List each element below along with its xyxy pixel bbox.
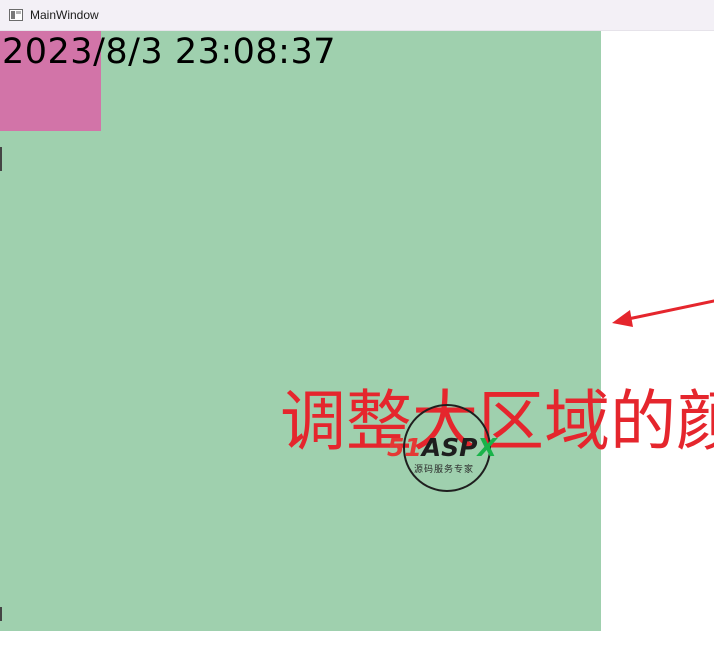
- left-edge-mark: [0, 607, 2, 621]
- watermark-logo: 51ASPX 源码服务专家: [372, 403, 512, 495]
- watermark-logo-text: 51ASPX: [387, 433, 497, 462]
- window-client-area: 2023/8/3 23:08:37 调整大区域的颜 51ASPX 源码服务专家: [0, 31, 714, 657]
- watermark-tagline: 源码服务专家: [414, 465, 475, 475]
- window-title: MainWindow: [30, 8, 99, 22]
- datetime-text: 2023/8/3 23:08:37: [2, 32, 337, 72]
- title-bar[interactable]: MainWindow: [0, 0, 714, 31]
- left-edge-mark: [0, 147, 2, 171]
- app-window-icon[interactable]: [9, 9, 23, 21]
- large-color-area: 2023/8/3 23:08:37: [0, 31, 601, 631]
